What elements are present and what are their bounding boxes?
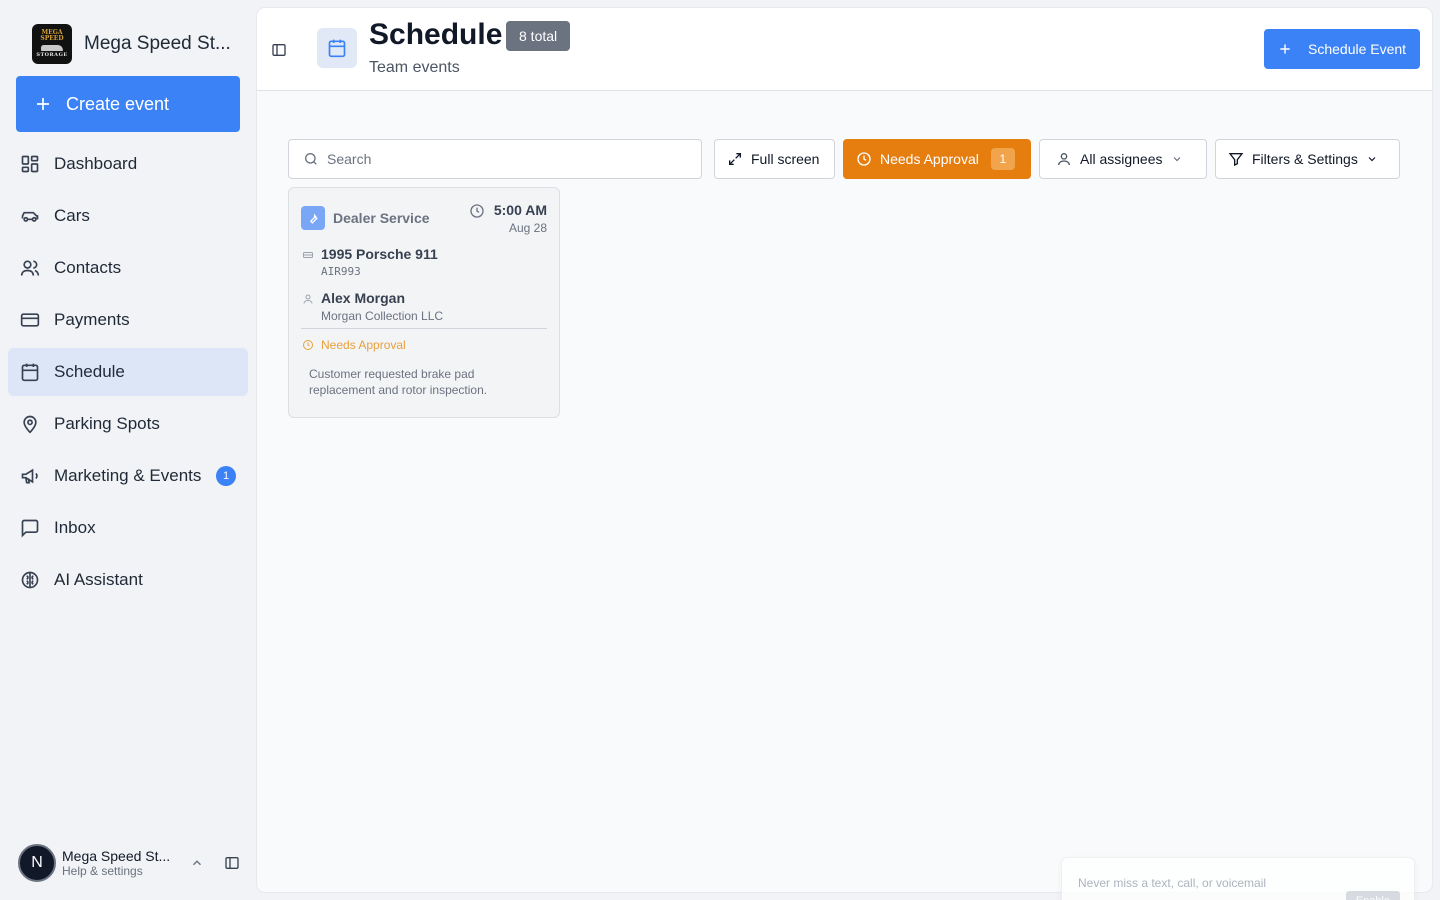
map-pin-icon — [23, 415, 37, 434]
toast-text: Never miss a text, call, or voicemail — [1078, 876, 1267, 890]
sidebar: MEGA SPEED STORAGE Mega Speed St... Crea… — [0, 0, 256, 900]
event-date: Aug 28 — [508, 221, 547, 235]
megaphone-icon — [21, 468, 38, 484]
brand-name: Mega Speed St... — [84, 33, 231, 54]
user-menu[interactable]: N Mega Speed St... Help & settings — [18, 842, 246, 884]
filter-icon — [1228, 153, 1244, 167]
main-panel: Schedule 8 total Team events Schedule Ev… — [257, 8, 1432, 892]
needs-approval-label: Needs Approval — [880, 151, 979, 167]
schedule-event-label: Schedule Event — [1308, 41, 1407, 57]
avatar: N — [18, 844, 56, 882]
total-badge: 8 total — [506, 21, 571, 51]
expand-icon — [729, 153, 741, 165]
sidebar-item-schedule[interactable]: Schedule — [8, 348, 248, 396]
car-icon — [21, 211, 39, 222]
user-icon — [303, 294, 313, 304]
brand[interactable]: MEGA SPEED STORAGE Mega Speed St... — [32, 24, 231, 64]
sidebar-item-label: AI Assistant — [54, 570, 143, 589]
calendar-icon — [21, 363, 39, 382]
search-icon — [305, 153, 317, 165]
sidebar-item-label: Dashboard — [54, 154, 138, 173]
full-screen-label: Full screen — [751, 151, 820, 167]
user-name: Mega Speed St... — [62, 848, 171, 864]
sidebar-item-parking-spots[interactable]: Parking Spots — [8, 400, 248, 448]
needs-approval-button[interactable]: Needs Approval 1 — [843, 139, 1031, 179]
wrench-icon — [301, 206, 325, 230]
create-event-button[interactable]: Create event — [16, 76, 240, 132]
clock-icon — [303, 340, 313, 350]
divider — [301, 328, 547, 329]
panel-toggle-icon[interactable] — [271, 42, 287, 58]
status-badge: Needs Approval — [321, 338, 406, 352]
sidebar-item-marketing[interactable]: Marketing & Events 1 — [8, 452, 248, 500]
sidebar-item-label: Marketing & Events — [54, 466, 202, 485]
event-time: 5:00 AM — [493, 202, 547, 218]
users-icon — [20, 260, 40, 276]
brand-logo-bottom-text: STORAGE — [36, 51, 68, 58]
schedule-event-button[interactable]: Schedule Event — [1264, 29, 1420, 69]
search-input[interactable] — [327, 151, 687, 167]
brand-logo-top-text: MEGA SPEED — [40, 28, 64, 43]
user-text: Mega Speed St... Help & settings — [62, 848, 180, 878]
event-card[interactable]: Dealer Service 5:00 AM Aug 28 1995 Porsc… — [288, 187, 560, 418]
page-header: Schedule 8 total Team events Schedule Ev… — [257, 8, 1432, 91]
toolbar: Full screen Needs Approval 1 All assigne… — [288, 139, 1403, 179]
search-box[interactable] — [288, 139, 702, 179]
event-car: 1995 Porsche 911 — [321, 246, 438, 262]
assignees-label: All assignees — [1080, 151, 1163, 167]
plus-icon — [1280, 44, 1290, 54]
credit-card-icon — [20, 313, 40, 327]
event-company: Morgan Collection LLC — [321, 309, 444, 323]
chevron-down-icon — [1173, 157, 1180, 162]
notification-badge: 1 — [216, 466, 236, 486]
sidebar-item-label: Contacts — [54, 258, 122, 277]
sidebar-item-dashboard[interactable]: Dashboard — [8, 140, 248, 188]
sidebar-item-payments[interactable]: Payments — [8, 296, 248, 344]
create-event-label: Create event — [66, 93, 170, 114]
chevron-up-icon — [193, 860, 201, 866]
message-square-icon — [21, 519, 39, 538]
sidebar-item-label: Parking Spots — [54, 414, 160, 433]
filters-settings-button[interactable]: Filters & Settings — [1215, 139, 1400, 179]
sidebar-item-label: Cars — [54, 206, 90, 225]
sidebar-nav: Dashboard Cars Contacts Payments Schedul… — [8, 140, 248, 608]
page-subtitle: Team events — [369, 59, 460, 76]
event-type: Dealer Service — [333, 210, 430, 226]
sidebar-item-contacts[interactable]: Contacts — [8, 244, 248, 292]
sidebar-item-label: Inbox — [54, 518, 96, 537]
sidebar-item-cars[interactable]: Cars — [8, 192, 248, 240]
brand-logo: MEGA SPEED STORAGE — [32, 24, 72, 64]
sidebar-item-ai-assistant[interactable]: AI Assistant — [8, 556, 248, 604]
calendar-icon — [317, 28, 357, 68]
event-note: Customer requested brake pad replacement… — [309, 367, 488, 397]
assignees-dropdown[interactable]: All assignees — [1039, 139, 1207, 179]
user-icon — [1058, 153, 1070, 166]
car-icon — [303, 252, 313, 258]
approval-count-badge: 1 — [990, 148, 1015, 170]
filters-label: Filters & Settings — [1252, 151, 1358, 167]
enable-button[interactable]: Enable — [1346, 891, 1400, 900]
page-title: Schedule — [369, 18, 503, 51]
notification-toast: Never miss a text, call, or voicemail En… — [1061, 857, 1415, 900]
sidebar-item-inbox[interactable]: Inbox — [8, 504, 248, 552]
full-screen-button[interactable]: Full screen — [714, 139, 835, 179]
chevron-down-icon — [1368, 157, 1376, 162]
clock-icon — [470, 204, 484, 218]
plus-icon — [37, 98, 49, 110]
sidebar-item-label: Payments — [54, 310, 130, 329]
clock-icon — [857, 152, 871, 166]
sidebar-toggle-icon[interactable] — [224, 855, 240, 871]
user-subtitle: Help & settings — [62, 864, 143, 878]
event-contact-name: Alex Morgan — [321, 290, 406, 306]
event-plate: AIR993 — [321, 265, 361, 278]
dashboard-icon — [21, 155, 39, 173]
sidebar-item-label: Schedule — [54, 362, 125, 381]
brain-icon — [21, 571, 39, 589]
